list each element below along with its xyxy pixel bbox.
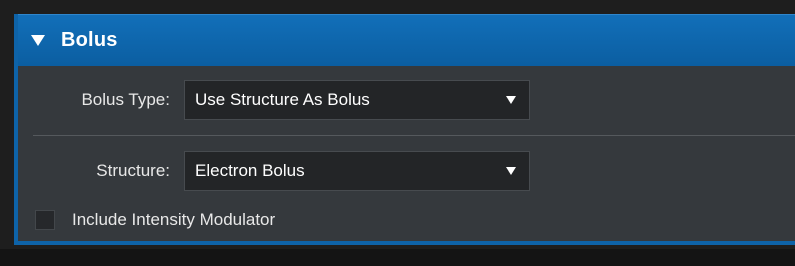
dropdown-arrow-icon — [506, 167, 516, 175]
bolus-type-value: Use Structure As Bolus — [195, 90, 370, 109]
bolus-type-dropdown[interactable]: Use Structure As Bolus — [184, 80, 530, 120]
structure-value: Electron Bolus — [195, 161, 305, 180]
structure-row: Structure: Electron Bolus — [18, 151, 795, 191]
section-divider — [33, 135, 795, 136]
dropdown-arrow-icon — [506, 96, 516, 104]
bolus-type-row: Bolus Type: Use Structure As Bolus — [18, 80, 795, 120]
structure-dropdown[interactable]: Electron Bolus — [184, 151, 530, 191]
bolus-panel: Bolus Bolus Type: Use Structure As Bolus… — [14, 14, 795, 245]
bolus-panel-header[interactable]: Bolus — [18, 14, 795, 66]
include-intensity-modulator-label: Include Intensity Modulator — [72, 210, 276, 229]
panel-title: Bolus — [61, 29, 118, 51]
structure-label: Structure: — [96, 161, 170, 180]
window-background: Bolus Bolus Type: Use Structure As Bolus… — [0, 0, 795, 266]
bottom-strip — [0, 249, 795, 266]
include-intensity-modulator-option[interactable]: Include Intensity Modulator — [35, 206, 275, 234]
collapse-triangle-icon[interactable] — [31, 35, 45, 46]
bolus-type-label: Bolus Type: — [81, 90, 170, 109]
include-intensity-modulator-checkbox[interactable] — [35, 210, 55, 230]
